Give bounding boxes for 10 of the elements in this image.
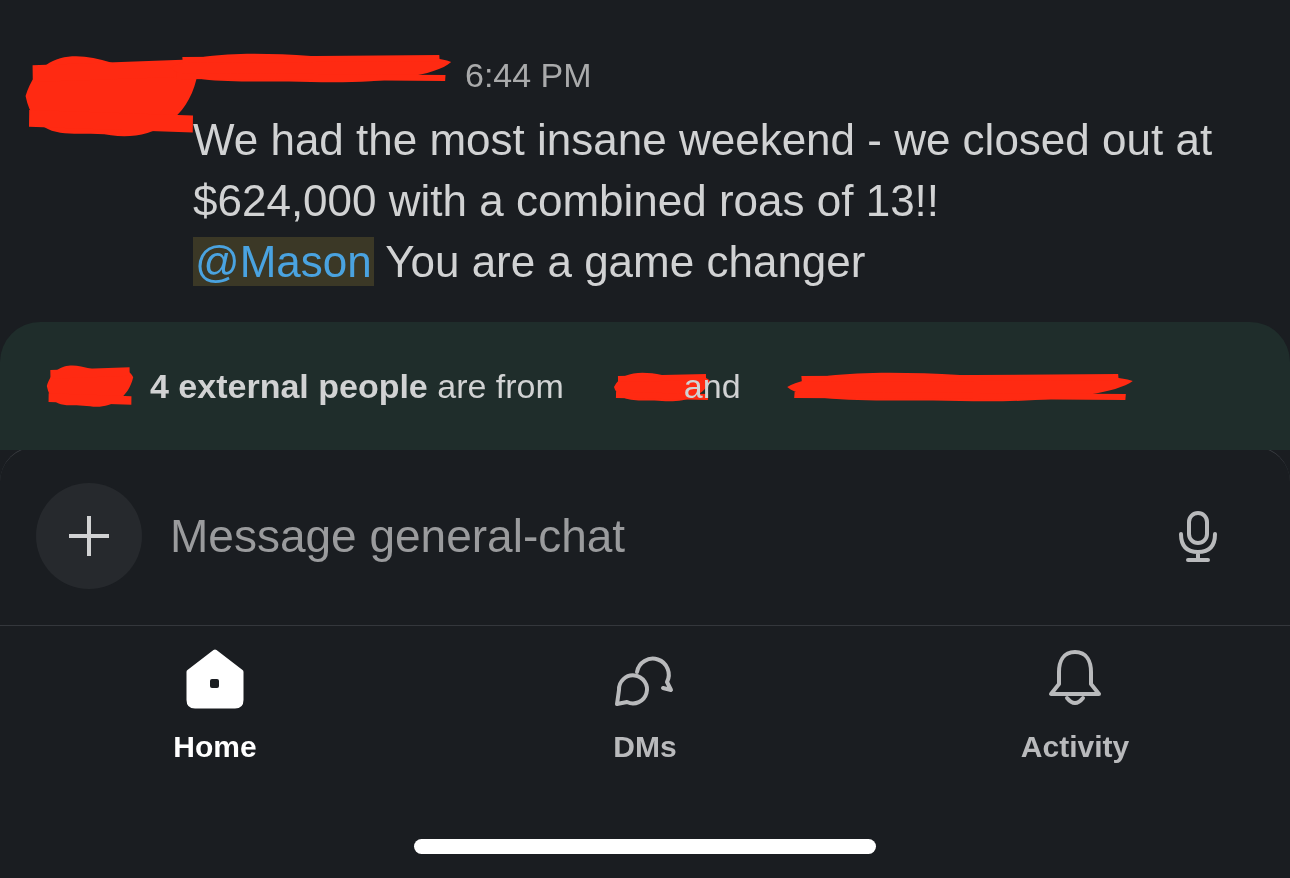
- nav-tab[interactable]: DMs: [430, 646, 860, 769]
- message-time: 6:44 PM: [465, 55, 592, 95]
- nav-tab[interactable]: Activity: [860, 646, 1290, 769]
- mention-link[interactable]: @Mason: [193, 237, 374, 286]
- nav-tab[interactable]: Home: [0, 646, 430, 769]
- microphone-icon[interactable]: [1176, 510, 1220, 562]
- banner-text: 4 external people are from: [150, 365, 564, 407]
- plus-icon: [67, 514, 111, 558]
- message-input[interactable]: Message general-chat: [170, 501, 1148, 571]
- message-text: We had the most insane weekend - we closed out at $624,000 with a combined roas of 13!! @Mason You are a game changer: [193, 114, 1214, 288]
